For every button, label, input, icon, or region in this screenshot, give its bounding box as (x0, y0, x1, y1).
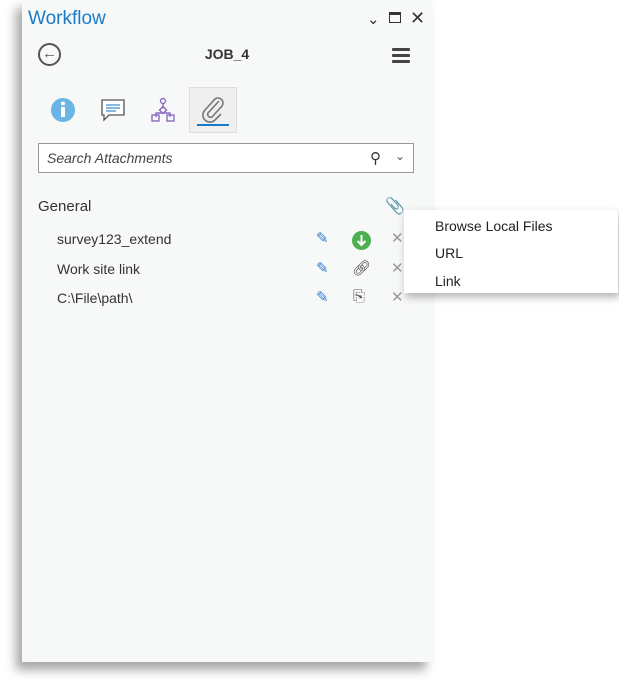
add-attachment-icon[interactable]: 📎 (385, 196, 405, 216)
attachment-row: Work site link ✎ 🔗︎ ✕ (22, 257, 432, 283)
menu-button[interactable] (392, 48, 410, 66)
chevron-down-icon[interactable]: ⌄ (367, 10, 380, 28)
attachment-name[interactable]: C:\File\path\ (57, 290, 132, 306)
menu-item-browse-local-files[interactable]: Browse Local Files (435, 218, 553, 234)
paperclip-icon (202, 97, 224, 123)
info-icon (51, 98, 75, 122)
menu-item-link[interactable]: Link (435, 273, 461, 289)
search-icon[interactable]: ⚲ (370, 149, 381, 167)
file-copy-icon[interactable]: ⎘ (353, 288, 365, 305)
attachment-name[interactable]: Work site link (57, 261, 140, 277)
edit-pencil-icon[interactable]: ✎ (316, 259, 329, 277)
link-icon[interactable]: 🔗︎ (352, 259, 371, 277)
tab-comments[interactable] (89, 87, 137, 133)
search-input[interactable] (39, 144, 339, 172)
workflow-pane: Workflow ⌄ ✕ ← JOB_4 ⚲ ⌄ General 📎 surve… (22, 0, 432, 662)
delete-icon[interactable]: ✕ (391, 288, 404, 306)
attachment-name[interactable]: survey123_extend (57, 231, 171, 247)
tab-attachments[interactable] (189, 87, 237, 133)
delete-icon[interactable]: ✕ (391, 259, 404, 277)
search-options-chevron-icon[interactable]: ⌄ (395, 149, 405, 163)
tab-info[interactable] (39, 87, 87, 133)
attachment-row: C:\File\path\ ✎ ⎘ ✕ (22, 286, 432, 312)
tab-workflow[interactable] (139, 87, 187, 133)
section-label: General (38, 198, 92, 215)
menu-item-url[interactable]: URL (435, 245, 463, 261)
close-icon[interactable]: ✕ (410, 8, 425, 29)
maximize-icon[interactable] (389, 12, 401, 23)
edit-pencil-icon[interactable]: ✎ (316, 229, 329, 247)
comment-icon (101, 99, 125, 122)
workflow-diagram-icon (151, 97, 175, 122)
edit-pencil-icon[interactable]: ✎ (316, 288, 329, 306)
download-icon[interactable] (352, 231, 371, 250)
delete-icon[interactable]: ✕ (391, 229, 404, 247)
search-box: ⚲ ⌄ (38, 143, 414, 173)
attachment-row: survey123_extend ✎ ✕ (22, 227, 432, 253)
add-attachment-menu: Browse Local Files URL Link (404, 210, 618, 293)
job-title: JOB_4 (204, 46, 250, 62)
pane-title: Workflow (28, 8, 106, 29)
